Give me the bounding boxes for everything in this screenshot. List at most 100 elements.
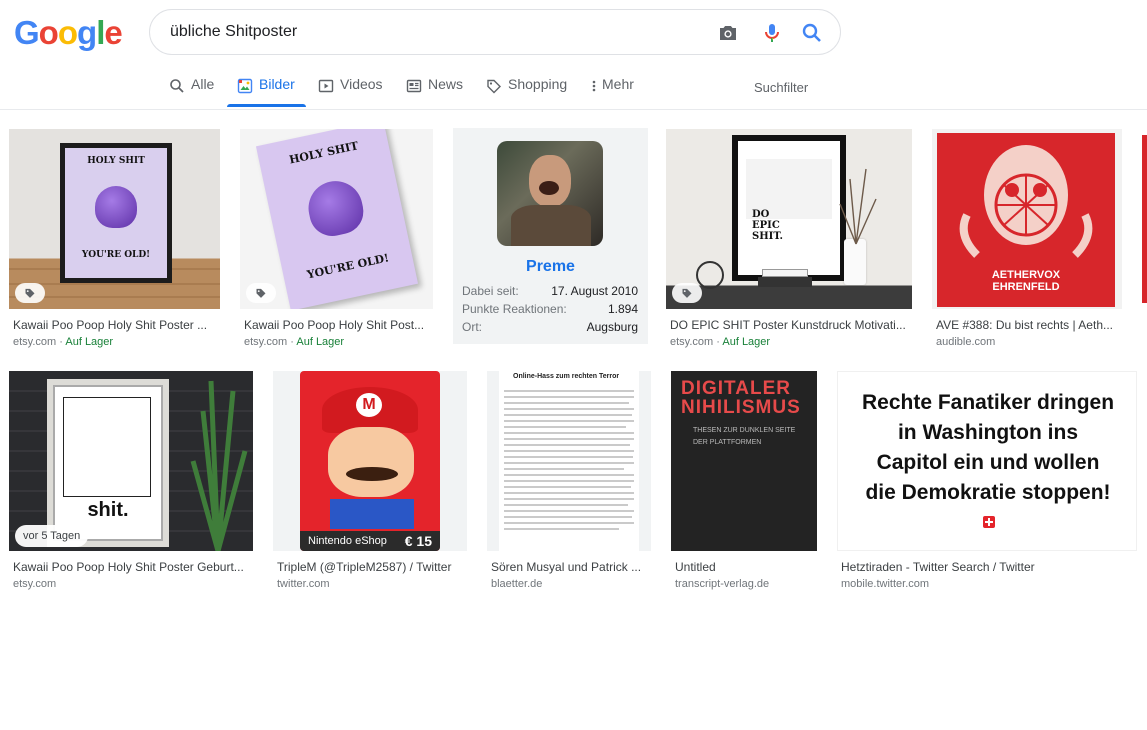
card-price: € 15 (404, 533, 432, 549)
source-domain: etsy.com (670, 336, 714, 348)
poster-line: SHIT. (752, 231, 783, 242)
tab-news[interactable]: News (406, 76, 463, 110)
mario-mustache (346, 467, 398, 481)
headline-line: die Demokratie stoppen! (865, 481, 1111, 504)
stock-status: Auf Lager (722, 336, 771, 348)
search-tools-button[interactable]: Suchfilter (754, 80, 808, 95)
result-title[interactable]: Sören Musyal und Patrick ... (491, 560, 649, 574)
result-title[interactable]: Kawaii Poo Poop Holy Shit Poster ... (13, 318, 217, 332)
row-label: Dabei seit: (462, 284, 519, 298)
image-result[interactable]: DIGITALER NIHILISMUS THESEN ZUR DUNKLEN … (671, 371, 817, 593)
header: Google Alle Bilder Videos News (0, 0, 1147, 110)
result-thumbnail[interactable]: DO EPIC SHIT. (666, 129, 912, 309)
result-title[interactable]: Hetztiraden - Twitter Search / Twitter (841, 560, 1135, 574)
mario-face (328, 427, 414, 497)
tab-all[interactable]: Alle (169, 76, 214, 110)
document-title: Online-Hass zum rechten Terror (513, 373, 620, 380)
result-source: transcript-verlag.de (675, 578, 770, 590)
camera-icon[interactable] (716, 21, 740, 45)
next-result-edge[interactable] (1142, 135, 1147, 303)
profile-name[interactable]: Preme (453, 258, 648, 276)
result-title[interactable]: Kawaii Poo Poop Holy Shit Post... (244, 318, 430, 332)
image-result[interactable]: Online-Hass zum rechten Terror Sören Mus… (487, 371, 651, 593)
gift-card: M Nintendo eShop € 15 (300, 371, 440, 551)
poster-frame: shit. (47, 379, 169, 547)
result-title[interactable]: Untitled (675, 560, 815, 574)
tab-label: Bilder (259, 76, 295, 92)
book-subtitle-line: DER PLATTFORMEN (693, 439, 762, 446)
document-text-lines (504, 390, 634, 530)
result-source: blaetter.de (491, 578, 543, 590)
book-subtitle-line: THESEN ZUR DUNKLEN SEITE (693, 427, 796, 434)
stock-status: Auf Lager (65, 336, 114, 348)
result-thumbnail[interactable]: shit. vor 5 Tagen (9, 371, 253, 551)
result-source: etsy.com (13, 578, 57, 590)
result-title[interactable]: DO EPIC SHIT Poster Kunstdruck Motivati.… (670, 318, 910, 332)
image-result[interactable]: shit. vor 5 Tagen Kawaii Poo Poop Holy S… (9, 371, 253, 593)
books (762, 269, 808, 277)
swiss-flag-icon (983, 516, 995, 528)
image-result[interactable]: HOLY SHIT YOU'RE OLD! Kawaii Poo Poop Ho… (9, 129, 220, 349)
image-result[interactable]: DO EPIC SHIT. DO EPIC SHIT Poster Kunstd… (666, 129, 912, 349)
profile-preview-card[interactable]: Preme Dabei seit: 17. August 2010 Punkte … (453, 128, 648, 344)
tag-icon (487, 79, 501, 94)
headline-line: Rechte Fanatiker dringen (861, 391, 1115, 414)
result-thumbnail[interactable]: HOLY SHIT YOU'RE OLD! (240, 129, 433, 309)
search-icon[interactable] (800, 21, 824, 45)
logo-letter: o (38, 14, 59, 51)
product-tag-badge (15, 283, 45, 303)
headline-line: Capitol ein und wollen (876, 451, 1100, 474)
search-box[interactable] (149, 9, 841, 55)
result-thumbnail[interactable]: DIGITALER NIHILISMUS THESEN ZUR DUNKLEN … (671, 371, 817, 551)
cover-text: AETHERVOX EHRENFELD (937, 269, 1115, 293)
logo-letter: o (57, 14, 78, 51)
more-vert-icon (592, 80, 596, 92)
headline-line: in Washington ins (897, 421, 1079, 444)
search-input[interactable] (170, 20, 710, 44)
result-thumbnail[interactable]: HOLY SHIT YOU'RE OLD! (9, 129, 220, 309)
google-logo[interactable]: Google (14, 14, 123, 52)
source-domain: etsy.com (13, 336, 57, 348)
tab-more[interactable]: Mehr (590, 76, 634, 110)
result-thumbnail[interactable]: M Nintendo eShop € 15 (273, 371, 467, 551)
image-result[interactable]: HOLY SHIT YOU'RE OLD! Kawaii Poo Poop Ho… (240, 129, 433, 349)
microphone-icon[interactable] (760, 21, 784, 45)
video-icon (318, 79, 334, 93)
poop-emoji (95, 186, 137, 228)
profile-row: Ort: Augsburg (462, 320, 638, 334)
poster-text: DO EPIC SHIT. (752, 209, 783, 242)
image-result[interactable]: M Nintendo eShop € 15 TripleM (@TripleM25… (273, 371, 467, 593)
result-thumbnail[interactable]: Rechte Fanatiker dringen in Washington i… (837, 371, 1137, 551)
result-title[interactable]: TripleM (@TripleM2587) / Twitter (277, 560, 465, 574)
result-source: audible.com (936, 336, 996, 348)
profile-avatar[interactable] (497, 141, 603, 246)
date-badge: vor 5 Tagen (15, 525, 89, 547)
poster-line: DO (752, 209, 770, 220)
result-source: etsy.com · Auf Lager (244, 336, 345, 348)
tag-icon (256, 288, 266, 298)
tab-videos[interactable]: Videos (318, 76, 383, 110)
profile-row: Dabei seit: 17. August 2010 (462, 284, 638, 298)
tab-shopping[interactable]: Shopping (486, 76, 567, 110)
result-title[interactable]: AVE #388: Du bist rechts | Aeth... (936, 318, 1120, 332)
image-icon (237, 78, 253, 94)
row-label: Punkte Reaktionen: (462, 302, 567, 316)
result-source: mobile.twitter.com (841, 578, 930, 590)
product-tag-badge (246, 283, 276, 303)
result-thumbnail[interactable]: Online-Hass zum rechten Terror (487, 371, 651, 551)
search-icon (170, 79, 184, 93)
poster-bottom-text: YOU'RE OLD! (305, 251, 391, 282)
cap-emblem: M (356, 393, 382, 417)
result-title[interactable]: Kawaii Poo Poop Holy Shit Poster Geburt.… (13, 560, 251, 574)
book-subtitle: THESEN ZUR DUNKLEN SEITE DER PLATTFORMEN (693, 425, 795, 449)
tab-label: Mehr (602, 76, 634, 92)
image-result[interactable]: AETHERVOX EHRENFELD AVE #388: Du bist re… (932, 129, 1122, 349)
poster-line: EPIC (752, 220, 780, 231)
result-thumbnail[interactable]: AETHERVOX EHRENFELD (932, 129, 1122, 309)
avatar-mouth (539, 181, 559, 195)
image-result[interactable]: Rechte Fanatiker dringen in Washington i… (837, 371, 1137, 593)
row-value: Augsburg (586, 320, 638, 334)
book-title-line: NIHILISMUS (681, 397, 801, 418)
tab-label: Shopping (508, 76, 568, 92)
stock-status: Auf Lager (296, 336, 345, 348)
